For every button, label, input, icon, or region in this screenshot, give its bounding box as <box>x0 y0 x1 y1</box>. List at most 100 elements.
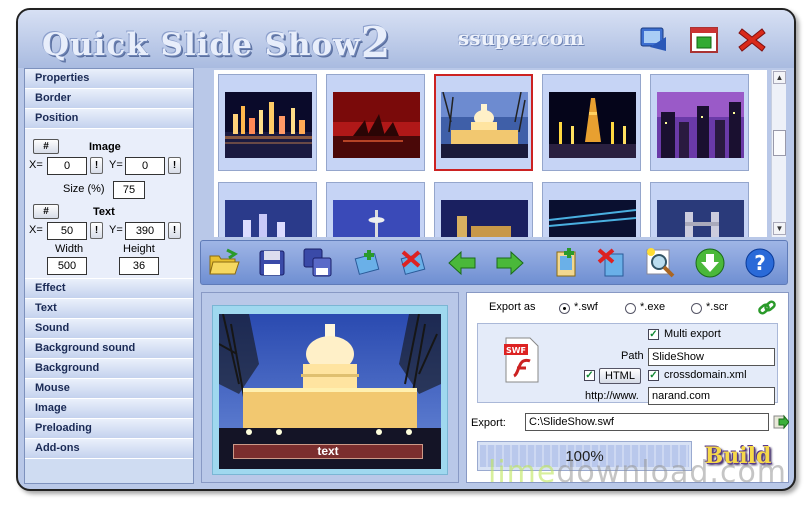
format-exe-radio[interactable] <box>625 303 636 314</box>
format-scr-radio[interactable] <box>691 303 702 314</box>
thumbnail[interactable] <box>218 74 317 171</box>
height-input[interactable]: 36 <box>119 257 159 275</box>
browse-arrow-icon[interactable] <box>773 414 789 430</box>
sidebar-item-properties[interactable]: Properties <box>25 69 193 89</box>
maximize-icon[interactable] <box>688 25 720 55</box>
text-y-label: Y= <box>109 224 123 236</box>
format-scr-label: *.scr <box>706 301 728 313</box>
width-label: Width <box>55 243 84 255</box>
text-section-title: Text <box>93 206 115 218</box>
sidebar-item-border[interactable]: Border <box>25 89 193 109</box>
height-label: Height <box>123 243 155 255</box>
image-section-title: Image <box>89 141 121 153</box>
thumbnail[interactable] <box>542 182 641 237</box>
text-y-input[interactable]: 390 <box>125 222 165 240</box>
text-center-button[interactable]: # <box>33 204 59 219</box>
width-input[interactable]: 500 <box>47 257 87 275</box>
image-y-input[interactable]: 0 <box>125 157 165 175</box>
multi-export-label: Multi export <box>664 328 721 340</box>
export-path-input[interactable]: C:\SlideShow.swf <box>525 413 769 431</box>
preview-icon[interactable] <box>643 246 677 280</box>
move-right-icon[interactable] <box>493 246 527 280</box>
thumbnail-image <box>333 200 420 237</box>
download-icon[interactable] <box>693 246 727 280</box>
gallery-scrollbar[interactable]: ▲ ▼ <box>771 70 786 237</box>
thumbnail-image <box>549 200 636 237</box>
text-y-apply-button[interactable]: ! <box>168 222 181 239</box>
link-icon[interactable] <box>757 298 777 318</box>
add-slide-icon[interactable] <box>549 246 583 280</box>
path-input[interactable]: SlideShow <box>648 348 775 366</box>
thumbnail-selected[interactable] <box>434 74 533 171</box>
delete-slide-icon[interactable] <box>595 246 629 280</box>
thumbnail-image <box>549 92 636 158</box>
remove-images-icon[interactable] <box>397 246 431 280</box>
add-images-icon[interactable] <box>351 246 385 280</box>
crossdomain-label: crossdomain.xml <box>664 369 747 381</box>
thumbnail[interactable] <box>434 182 533 237</box>
text-x-apply-button[interactable]: ! <box>90 222 103 239</box>
scroll-down-icon[interactable]: ▼ <box>773 222 786 235</box>
thumbnail-image <box>441 92 528 158</box>
thumbnail[interactable] <box>650 74 749 171</box>
thumbnail-gallery <box>214 70 767 237</box>
app-title-text: Quick Slide Show <box>42 27 361 63</box>
image-x-label: X= <box>29 159 43 171</box>
sidebar-item-text[interactable]: Text <box>25 299 193 319</box>
domain-input[interactable]: narand.com <box>648 387 775 405</box>
slide-preview-frame: text <box>212 305 448 475</box>
thumbnail-image <box>657 92 744 158</box>
crossdomain-checkbox[interactable]: ✓ <box>648 370 659 381</box>
image-center-button[interactable]: # <box>33 139 59 154</box>
app-window: Quick Slide Show2 ssuper.com Properties … <box>16 8 796 491</box>
minimize-to-tray-icon[interactable] <box>638 25 670 55</box>
thumbnail[interactable] <box>326 182 425 237</box>
watermark-lime: lime <box>488 455 557 490</box>
thumbnail-image <box>225 92 312 158</box>
move-left-icon[interactable] <box>445 246 479 280</box>
open-folder-icon[interactable] <box>207 246 241 280</box>
text-x-input[interactable]: 50 <box>47 222 87 240</box>
thumbnail[interactable] <box>542 74 641 171</box>
watermark-rest: download.com <box>556 455 788 490</box>
sidebar-item-add-ons[interactable]: Add-ons <box>25 439 193 459</box>
save-icon[interactable] <box>255 246 289 280</box>
sidebar-item-effect[interactable]: Effect <box>25 279 193 299</box>
thumbnail[interactable] <box>326 74 425 171</box>
thumbnail-image <box>657 200 744 237</box>
thumbnail[interactable] <box>218 182 317 237</box>
size-label: Size (%) <box>63 183 105 195</box>
image-x-input[interactable]: 0 <box>47 157 87 175</box>
sidebar-item-image[interactable]: Image <box>25 399 193 419</box>
sidebar-item-background-sound[interactable]: Background sound <box>25 339 193 359</box>
position-panel: # Image X= 0 ! Y= 0 ! Size (%) 75 # Text… <box>25 129 193 279</box>
format-swf-radio[interactable] <box>559 303 570 314</box>
swf-badge-text: SWF <box>506 346 526 355</box>
image-y-label: Y= <box>109 159 123 171</box>
thumbnail[interactable] <box>650 182 749 237</box>
save-all-icon[interactable] <box>301 246 335 280</box>
site-link[interactable]: ssuper.com <box>458 26 584 50</box>
sidebar-item-preloading[interactable]: Preloading <box>25 419 193 439</box>
scroll-up-icon[interactable]: ▲ <box>773 71 786 84</box>
scroll-thumb[interactable] <box>773 130 786 156</box>
sidebar-item-background[interactable]: Background <box>25 359 193 379</box>
path-label: Path <box>621 350 644 362</box>
help-icon[interactable]: ? <box>743 246 777 280</box>
sidebar-item-sound[interactable]: Sound <box>25 319 193 339</box>
multi-export-checkbox[interactable]: ✓ <box>648 329 659 340</box>
format-swf-label: *.swf <box>574 301 598 313</box>
size-input[interactable]: 75 <box>113 181 145 199</box>
image-y-apply-button[interactable]: ! <box>168 157 181 174</box>
thumbnail-image <box>333 92 420 158</box>
toolbar: ? <box>200 240 788 285</box>
sidebar-item-position[interactable]: Position <box>25 109 193 129</box>
html-checkbox[interactable]: ✓ <box>584 370 595 381</box>
app-title-version: 2 <box>360 18 392 67</box>
image-x-apply-button[interactable]: ! <box>90 157 103 174</box>
export-path-label: Export: <box>471 417 506 429</box>
sidebar-item-mouse[interactable]: Mouse <box>25 379 193 399</box>
close-icon[interactable] <box>736 25 768 55</box>
html-button[interactable]: HTML <box>599 368 641 384</box>
text-x-label: X= <box>29 224 43 236</box>
